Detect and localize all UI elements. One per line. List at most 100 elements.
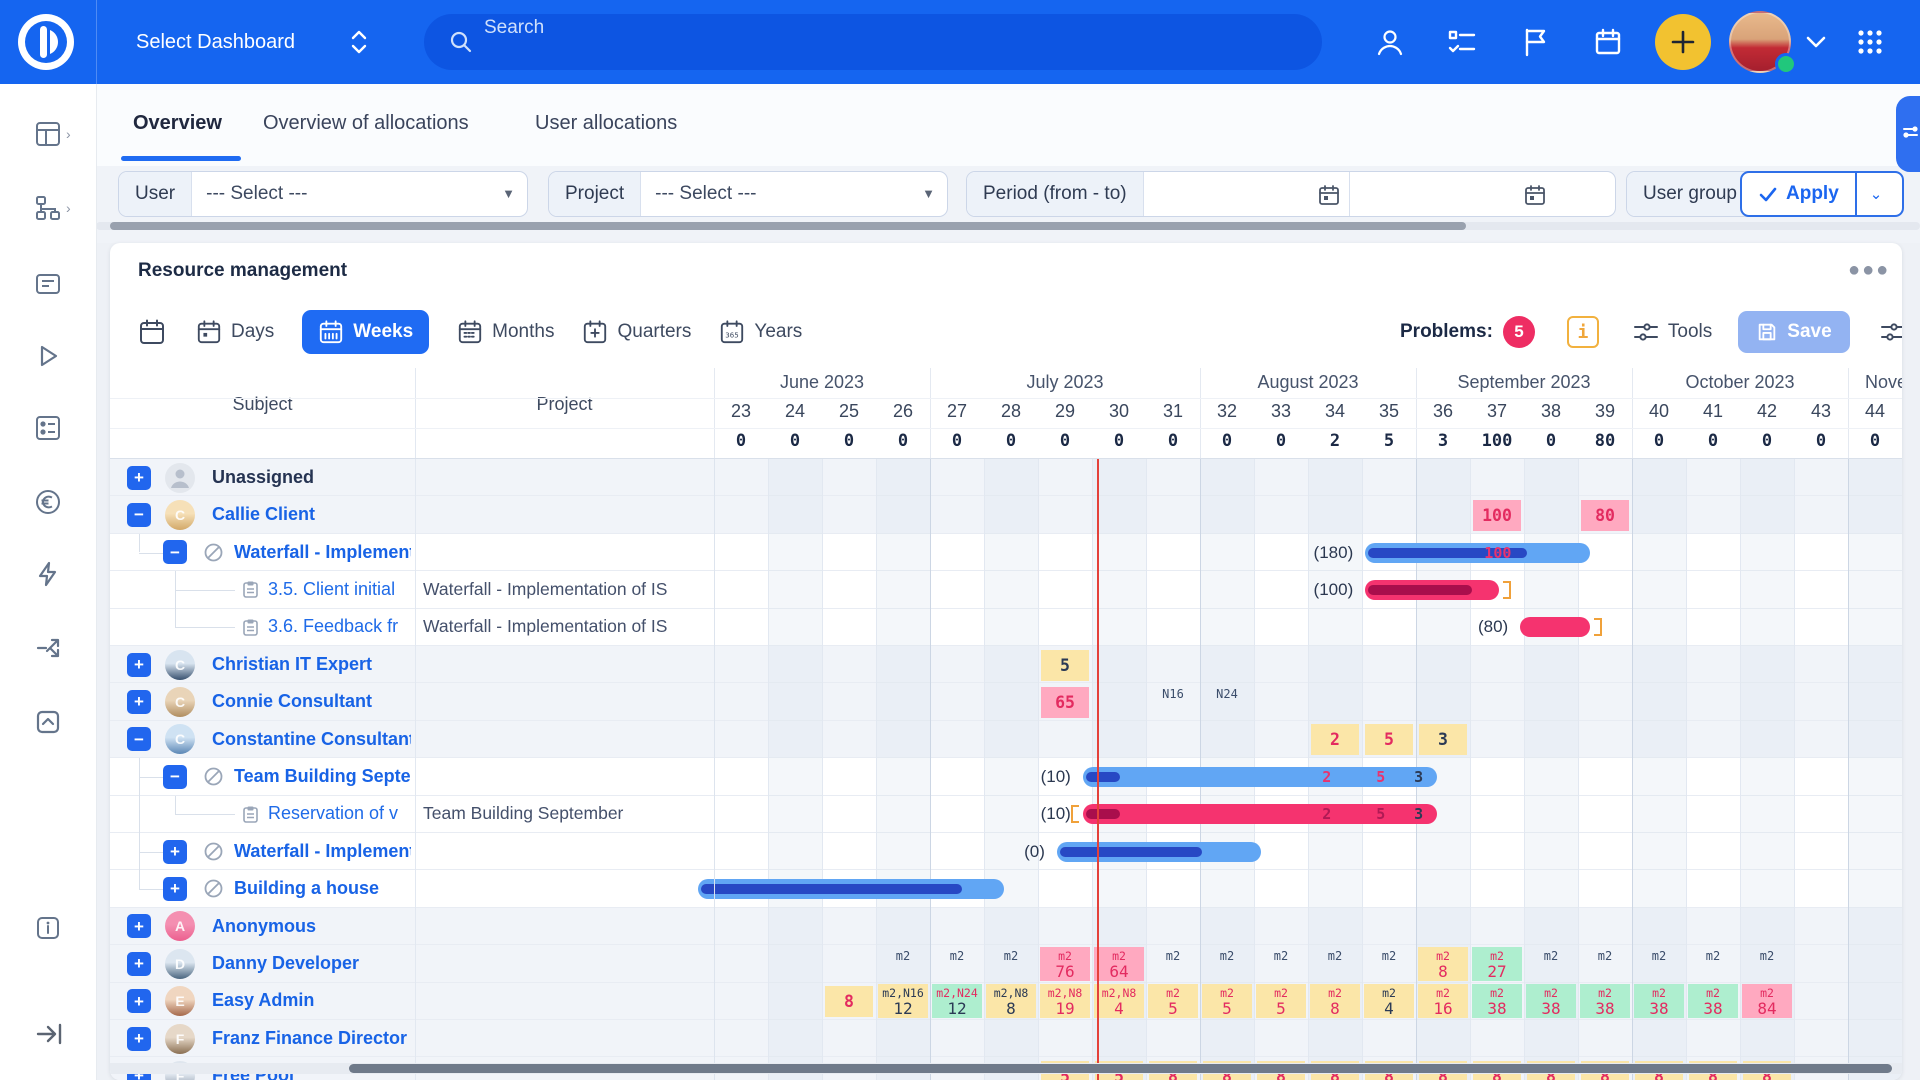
week-number[interactable]: 25 <box>822 401 876 422</box>
problems-count-badge[interactable]: 5 <box>1502 316 1535 348</box>
allocation-cell[interactable]: m2 <box>1578 949 1632 963</box>
row-subject[interactable]: 3.5. Client initial <box>268 579 411 600</box>
collapse-button[interactable]: − <box>163 764 187 789</box>
period-to-input[interactable] <box>1350 172 1555 216</box>
allocation-cell[interactable]: m2 8 <box>1310 984 1360 1019</box>
profile-chevron-down-icon[interactable] <box>1804 34 1828 50</box>
week-number[interactable]: 38 <box>1524 401 1578 422</box>
row-subject[interactable]: Building a house <box>234 878 411 899</box>
week-number[interactable]: 37 <box>1470 401 1524 422</box>
sidebar-hierarchy-icon[interactable] <box>34 194 62 222</box>
allocation-cell[interactable]: 100 <box>1473 499 1521 531</box>
row-subject[interactable]: Waterfall - Implementation of IS <box>234 841 411 862</box>
allocation-cell[interactable]: m2 38 <box>1526 984 1576 1019</box>
allocation-bar[interactable] <box>1365 579 1500 600</box>
right-flyout-filter-button[interactable] <box>1896 96 1920 172</box>
zoom-months-button[interactable]: Months <box>457 319 554 345</box>
zoom-quarters-button[interactable]: Quarters <box>582 319 691 345</box>
allocation-cell[interactable]: m2 <box>1524 949 1578 963</box>
panel-menu-dots-icon[interactable]: ●●● <box>1848 259 1890 282</box>
save-button[interactable]: Save <box>1738 311 1850 353</box>
zoom-weeks-button[interactable]: Weeks <box>302 310 430 354</box>
collapse-button[interactable]: − <box>127 502 151 527</box>
filter-scrollbar-thumb[interactable] <box>110 222 1466 230</box>
sidebar-reports-icon[interactable] <box>34 414 62 442</box>
allocation-cell[interactable]: m2 64 <box>1094 946 1144 981</box>
expand-button[interactable]: + <box>127 465 151 490</box>
dashboard-selector-updown-icon[interactable] <box>348 29 370 55</box>
allocation-cell[interactable]: N24 <box>1200 687 1254 701</box>
custom-period-calendar-button[interactable] <box>138 318 166 346</box>
allocation-cell[interactable]: m2 <box>1146 949 1200 963</box>
expand-button[interactable]: + <box>127 914 151 939</box>
allocation-cell[interactable]: m2,N8 4 <box>1094 984 1144 1019</box>
allocation-bar[interactable] <box>1520 617 1590 638</box>
project-filter-caret-icon[interactable]: ▼ <box>922 172 947 216</box>
allocation-cell[interactable]: 8 <box>825 986 873 1018</box>
sidebar-quick-actions-icon[interactable] <box>34 560 62 588</box>
app-logo-icon[interactable] <box>16 12 76 72</box>
tools-button[interactable]: Tools <box>1633 319 1712 345</box>
allocation-cell[interactable]: N16 <box>1146 687 1200 701</box>
row-subject[interactable]: 3.6. Feedback fr <box>268 616 411 637</box>
expand-button[interactable]: + <box>163 839 187 864</box>
allocation-cell[interactable]: m2 <box>1686 949 1740 963</box>
allocation-bar[interactable] <box>1056 841 1261 862</box>
allocation-cell[interactable]: m2 38 <box>1472 984 1522 1019</box>
allocation-cell[interactable]: m2,N8 8 <box>986 984 1036 1019</box>
row-subject[interactable]: Danny Developer <box>212 953 411 974</box>
grid-scrollbar-thumb[interactable] <box>349 1064 1892 1073</box>
sidebar-integrations-icon[interactable] <box>34 634 62 662</box>
tab-overview-of-allocations[interactable]: Overview of allocations <box>263 84 469 162</box>
period-from-calendar-icon[interactable] <box>1317 183 1341 207</box>
apps-grid-icon[interactable] <box>1854 26 1886 58</box>
allocation-cell[interactable]: m2 <box>930 949 984 963</box>
allocation-cell[interactable]: m2 <box>876 949 930 963</box>
tab-overview[interactable]: Overview <box>133 84 222 162</box>
allocation-cell[interactable]: m2 8 <box>1418 946 1468 981</box>
row-subject[interactable]: Franz Finance Director <box>212 1028 411 1049</box>
sidebar-projects-icon[interactable] <box>34 270 62 298</box>
allocation-cell[interactable]: m2 4 <box>1364 984 1414 1019</box>
allocation-cell[interactable]: m2 5 <box>1256 984 1306 1019</box>
week-number[interactable]: 41 <box>1686 401 1740 422</box>
expand-button[interactable]: + <box>127 1026 151 1051</box>
add-new-button[interactable] <box>1655 14 1711 70</box>
allocation-cell[interactable]: m2 <box>1632 949 1686 963</box>
row-subject[interactable]: Callie Client <box>212 504 411 525</box>
allocation-cell[interactable]: 3 <box>1419 724 1467 756</box>
allocation-cell[interactable]: m2 38 <box>1580 984 1630 1019</box>
warning-info-icon[interactable]: i <box>1566 316 1599 348</box>
expand-button[interactable]: + <box>127 989 151 1014</box>
week-number[interactable]: 30 <box>1092 401 1146 422</box>
week-number[interactable]: 24 <box>768 401 822 422</box>
allocation-cell[interactable]: m2 5 <box>1202 984 1252 1019</box>
user-profile-icon[interactable] <box>1374 26 1406 58</box>
allocation-cell[interactable]: m2 38 <box>1634 984 1684 1019</box>
expand-button[interactable]: + <box>163 876 187 901</box>
week-number[interactable]: 40 <box>1632 401 1686 422</box>
collapse-button[interactable]: − <box>127 727 151 752</box>
sidebar-dashboards-icon[interactable] <box>34 120 62 148</box>
allocation-cell[interactable]: m2 <box>1362 949 1416 963</box>
row-subject[interactable]: Reservation of v <box>268 803 411 824</box>
week-number[interactable]: 43 <box>1794 401 1848 422</box>
allocation-cell[interactable]: 2 <box>1311 724 1359 756</box>
row-subject[interactable]: Easy Admin <box>212 990 411 1011</box>
allocation-cell[interactable]: 65 <box>1041 686 1089 718</box>
project-filter[interactable]: Project --- Select --- ▼ <box>548 171 948 217</box>
week-number[interactable]: 32 <box>1200 401 1254 422</box>
apply-dropdown-caret-icon[interactable]: ⌄ <box>1854 173 1896 215</box>
week-number[interactable]: 28 <box>984 401 1038 422</box>
allocation-cell[interactable]: m2,N8 19 <box>1040 984 1090 1019</box>
week-number[interactable]: 39 <box>1578 401 1632 422</box>
row-subject[interactable]: Connie Consultant <box>212 691 411 712</box>
period-from-input[interactable] <box>1144 172 1350 216</box>
week-number[interactable]: 27 <box>930 401 984 422</box>
allocation-bar[interactable] <box>1365 542 1590 563</box>
week-number[interactable]: 35 <box>1362 401 1416 422</box>
allocation-cell[interactable]: 5 <box>1365 724 1413 756</box>
period-to-calendar-icon[interactable] <box>1523 183 1547 207</box>
allocation-bar[interactable] <box>697 879 1004 900</box>
user-filter-value[interactable]: --- Select --- <box>192 172 502 216</box>
